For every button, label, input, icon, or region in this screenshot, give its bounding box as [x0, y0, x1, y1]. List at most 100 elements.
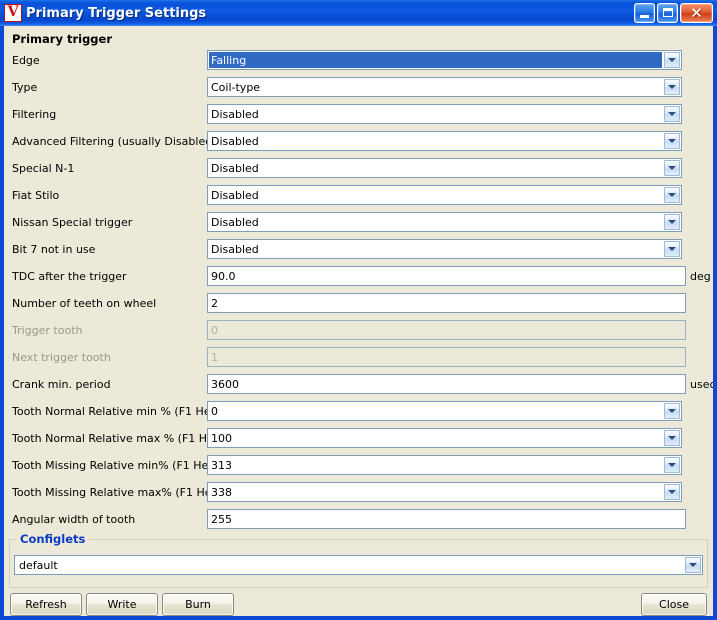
- settings-row: Type Coil-type: [4, 77, 713, 101]
- settings-text-input[interactable]: 2: [207, 293, 686, 313]
- settings-row-label: Special N-1: [12, 162, 75, 175]
- settings-row: Special N-1 Disabled: [4, 158, 713, 182]
- maximize-button[interactable]: [657, 3, 678, 23]
- settings-row-label: Number of teeth on wheel: [12, 297, 157, 310]
- app-logo-letter: V: [7, 4, 19, 20]
- settings-row: Crank min. period 3600 usec: [4, 374, 713, 398]
- settings-row: Tooth Missing Relative max% (F1 Help) 338: [4, 482, 713, 506]
- chevron-down-icon[interactable]: [664, 430, 680, 446]
- settings-row-label: Filtering: [12, 108, 57, 121]
- chevron-down-icon[interactable]: [664, 403, 680, 419]
- settings-row-label: Tooth Missing Relative max% (F1 Help): [12, 486, 226, 499]
- settings-row: Edge Falling: [4, 50, 713, 74]
- chevron-down-icon[interactable]: [664, 214, 680, 230]
- settings-row-value: 90.0: [211, 270, 236, 283]
- chevron-down-icon[interactable]: [664, 52, 680, 68]
- settings-row-value: Disabled: [211, 162, 259, 175]
- settings-row-value: 255: [211, 513, 232, 526]
- settings-text-input[interactable]: 90.0: [207, 266, 686, 286]
- settings-row-label: Tooth Normal Relative max % (F1 Help): [12, 432, 229, 445]
- settings-row: Number of teeth on wheel 2: [4, 293, 713, 317]
- settings-row-value: 100: [211, 432, 232, 445]
- settings-row-value: Coil-type: [211, 81, 261, 94]
- minimize-icon: [640, 15, 649, 18]
- settings-select[interactable]: 313: [207, 455, 682, 475]
- configlet-select[interactable]: default: [14, 555, 703, 575]
- window-title: Primary Trigger Settings: [26, 5, 207, 21]
- section-title-primary-trigger: Primary trigger: [12, 32, 113, 46]
- settings-select[interactable]: Disabled: [207, 131, 682, 151]
- settings-row-label: TDC after the trigger: [12, 270, 127, 283]
- settings-select[interactable]: 100: [207, 428, 682, 448]
- settings-row-label: Type: [12, 81, 38, 94]
- settings-text-input[interactable]: 3600: [207, 374, 686, 394]
- settings-select[interactable]: Coil-type: [207, 77, 682, 97]
- chevron-down-icon[interactable]: [664, 133, 680, 149]
- configlets-legend: Configlets: [16, 532, 90, 546]
- close-button[interactable]: ✕: [680, 3, 713, 23]
- chevron-down-icon[interactable]: [664, 484, 680, 500]
- settings-text-input: 0: [207, 320, 686, 340]
- settings-select[interactable]: Disabled: [207, 104, 682, 124]
- maximize-icon: [663, 8, 673, 17]
- chevron-down-icon[interactable]: [664, 106, 680, 122]
- settings-row: Advanced Filtering (usually Disabled) Dis…: [4, 131, 713, 155]
- settings-row-value: 0: [211, 405, 218, 418]
- settings-row-value: Disabled: [211, 216, 259, 229]
- settings-row: Tooth Normal Relative max % (F1 Help) 100: [4, 428, 713, 452]
- settings-row-label: Edge: [12, 54, 40, 67]
- chevron-down-icon[interactable]: [664, 187, 680, 203]
- settings-row-value: 3600: [211, 378, 239, 391]
- settings-row-value: Disabled: [211, 189, 259, 202]
- chevron-down-icon[interactable]: [664, 241, 680, 257]
- settings-row-value: Falling: [211, 54, 247, 67]
- chevron-down-icon[interactable]: [685, 557, 701, 573]
- chevron-down-icon[interactable]: [664, 79, 680, 95]
- settings-row-unit: usec: [690, 378, 713, 391]
- settings-row-value: Disabled: [211, 135, 259, 148]
- close-icon: ✕: [690, 4, 703, 22]
- settings-row-label: Angular width of tooth: [12, 513, 136, 526]
- settings-select[interactable]: Falling: [207, 50, 682, 70]
- settings-row-label: Tooth Normal Relative min % (F1 Help): [12, 405, 225, 418]
- refresh-button[interactable]: Refresh: [10, 593, 82, 616]
- settings-row: Filtering Disabled: [4, 104, 713, 128]
- settings-row: TDC after the trigger 90.0 deg: [4, 266, 713, 290]
- settings-row-label: Next trigger tooth: [12, 351, 111, 364]
- settings-row: Next trigger tooth 1: [4, 347, 713, 371]
- settings-row-value: Disabled: [211, 243, 259, 256]
- settings-select[interactable]: Disabled: [207, 158, 682, 178]
- settings-row-label: Crank min. period: [12, 378, 111, 391]
- settings-row: Nissan Special trigger Disabled: [4, 212, 713, 236]
- settings-row-value: 1: [211, 351, 218, 364]
- selection-highlight: [209, 52, 662, 68]
- settings-row: Trigger tooth 0: [4, 320, 713, 344]
- settings-select[interactable]: 0: [207, 401, 682, 421]
- settings-row-label: Trigger tooth: [12, 324, 83, 337]
- settings-scroll-area[interactable]: Primary trigger Edge Falling Type Coil-type…: [4, 26, 713, 536]
- settings-row: Angular width of tooth 255: [4, 509, 713, 533]
- settings-row-label: Advanced Filtering (usually Disabled): [12, 135, 217, 148]
- app-logo-v-icon: V: [4, 4, 22, 22]
- settings-row: Fiat Stilo Disabled: [4, 185, 713, 209]
- settings-row-label: Bit 7 not in use: [12, 243, 96, 256]
- settings-text-input: 1: [207, 347, 686, 367]
- close-dialog-button[interactable]: Close: [641, 593, 707, 616]
- burn-button[interactable]: Burn: [162, 593, 234, 616]
- settings-select[interactable]: Disabled: [207, 185, 682, 205]
- settings-row-value: 2: [211, 297, 218, 310]
- settings-row: Bit 7 not in use Disabled: [4, 239, 713, 263]
- chevron-down-icon[interactable]: [664, 457, 680, 473]
- settings-text-input[interactable]: 255: [207, 509, 686, 529]
- settings-row-label: Fiat Stilo: [12, 189, 60, 202]
- minimize-button[interactable]: [634, 3, 655, 23]
- configlet-selected-value: default: [19, 559, 58, 572]
- settings-row: Tooth Normal Relative min % (F1 Help) 0: [4, 401, 713, 425]
- settings-select[interactable]: 338: [207, 482, 682, 502]
- write-button[interactable]: Write: [86, 593, 158, 616]
- settings-select[interactable]: Disabled: [207, 212, 682, 232]
- title-bar[interactable]: V Primary Trigger Settings ✕: [0, 0, 717, 26]
- settings-select[interactable]: Disabled: [207, 239, 682, 259]
- settings-row-value: 313: [211, 459, 232, 472]
- chevron-down-icon[interactable]: [664, 160, 680, 176]
